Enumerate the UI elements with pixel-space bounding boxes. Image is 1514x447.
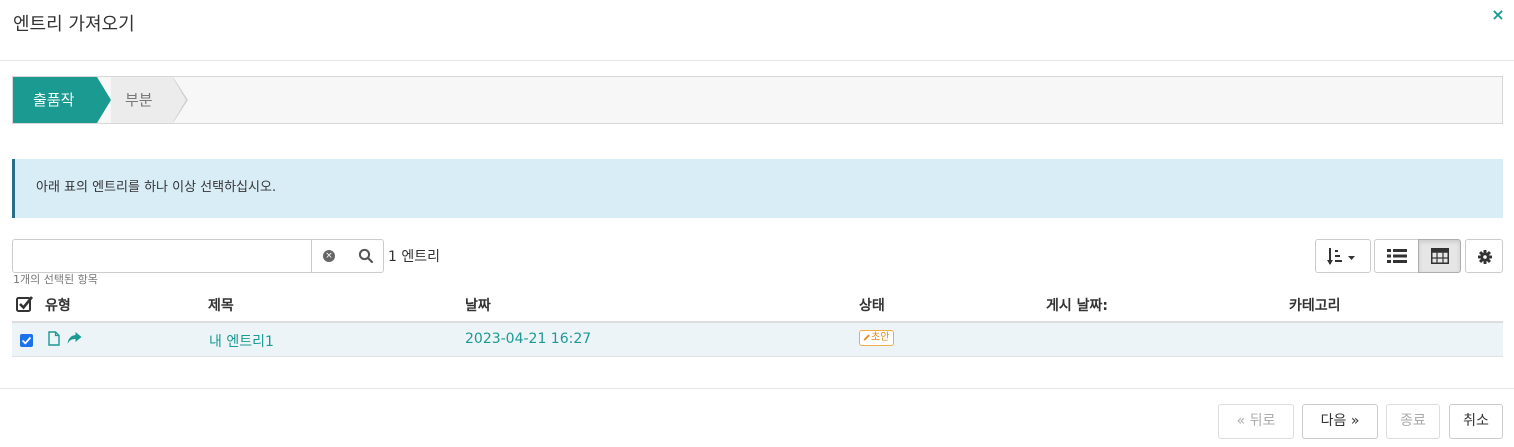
dialog-title: 엔트리 가져오기 — [13, 14, 135, 35]
step-parts[interactable]: 부분 — [111, 77, 173, 123]
close-icon[interactable]: × — [1490, 6, 1506, 24]
document-icon — [48, 331, 60, 346]
dialog-footer: « 뒤로 다음 » 종료 취소 — [0, 388, 1514, 447]
search-icon[interactable] — [358, 248, 374, 264]
clear-icon[interactable]: × — [323, 250, 335, 262]
back-button[interactable]: « 뒤로 — [1218, 404, 1294, 439]
grid-view-button[interactable] — [1418, 239, 1461, 273]
column-title[interactable]: 제목 — [208, 295, 234, 315]
column-category[interactable]: 카테고리 — [1289, 295, 1341, 315]
sort-button[interactable] — [1315, 239, 1371, 273]
step-arrow — [173, 78, 186, 122]
finish-button[interactable]: 종료 — [1386, 404, 1440, 439]
status-badge: 초안 — [859, 330, 895, 346]
column-status[interactable]: 상태 — [859, 295, 885, 315]
gear-icon — [1478, 250, 1492, 264]
share-arrow-icon — [67, 332, 82, 344]
search-addon: × — [311, 239, 384, 273]
column-date[interactable]: 날짜 — [465, 295, 491, 315]
pencil-icon — [863, 334, 870, 341]
wizard-steps: 출품작 부분 — [12, 76, 1503, 124]
column-post-date[interactable]: 게시 날짜: — [1046, 295, 1108, 315]
step-arrow — [97, 77, 111, 123]
status-label: 초안 — [871, 332, 890, 343]
grid-view-icon — [1431, 248, 1449, 264]
table-row[interactable]: 내 엔트리1 2023-04-21 16:27 초안 — [12, 323, 1503, 357]
table-header: 유형 제목 날짜 상태 게시 날짜: 카테고리 — [12, 286, 1503, 323]
search-input[interactable] — [12, 239, 312, 273]
settings-button[interactable] — [1465, 239, 1503, 273]
entry-count: 1 엔트리 — [388, 249, 440, 265]
cancel-button[interactable]: 취소 — [1449, 404, 1503, 439]
entry-title-link[interactable]: 내 엔트리1 — [209, 331, 274, 351]
select-all-checkbox[interactable] — [16, 295, 34, 313]
selected-count: 1개의 선택된 항목 — [13, 273, 98, 286]
next-button[interactable]: 다음 » — [1302, 404, 1378, 439]
entry-date[interactable]: 2023-04-21 16:27 — [465, 331, 591, 347]
dialog-header: 엔트리 가져오기 × — [0, 0, 1514, 61]
column-type[interactable]: 유형 — [45, 295, 71, 315]
row-checkbox[interactable] — [20, 334, 33, 347]
step-entries[interactable]: 출품작 — [13, 77, 97, 123]
info-alert: 아래 표의 엔트리를 하나 이상 선택하십시오. — [12, 159, 1503, 218]
list-view-icon — [1387, 249, 1407, 263]
sort-icon — [1327, 248, 1355, 265]
list-view-button[interactable] — [1374, 239, 1419, 273]
